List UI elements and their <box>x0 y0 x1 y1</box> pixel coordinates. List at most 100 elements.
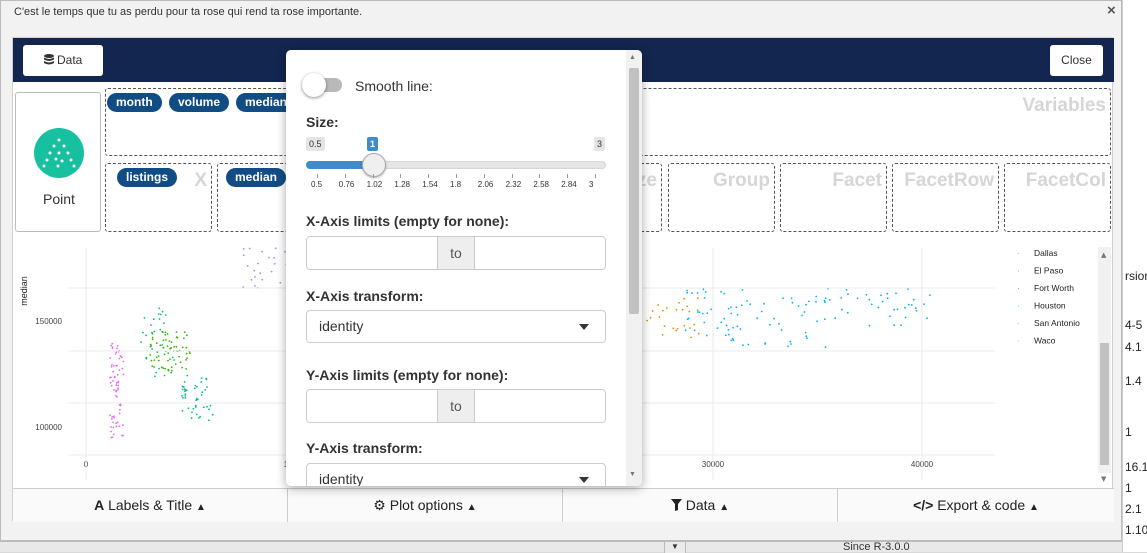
data-point <box>198 417 200 419</box>
size-slider-handle[interactable] <box>362 153 386 177</box>
xlim-max-input[interactable] <box>475 237 605 269</box>
data-point <box>164 314 167 316</box>
data-point <box>117 381 120 384</box>
scroll-down-icon[interactable]: ▼ <box>629 471 636 478</box>
dialog-close-icon[interactable]: × <box>1107 2 1116 19</box>
data-point <box>274 247 277 250</box>
data-point <box>181 410 184 412</box>
data-point <box>904 316 907 319</box>
slider-grid-tick <box>595 174 596 178</box>
ylim-min-input[interactable] <box>307 390 437 422</box>
popover-scrollbar[interactable]: ▲ ▼ <box>626 50 642 486</box>
scroll-up-icon[interactable]: ▲ <box>629 54 636 61</box>
ytrans-select[interactable]: identity <box>306 463 606 486</box>
data-point <box>117 384 120 387</box>
legend-label: Waco <box>1034 336 1056 346</box>
legend-point: · <box>1017 284 1020 293</box>
ylim-max-input[interactable] <box>475 390 605 422</box>
group-dropzone[interactable]: Group <box>668 163 775 232</box>
tab-label: Plot options <box>389 497 463 513</box>
plot-scrollbar-thumb[interactable] <box>1100 343 1109 465</box>
data-point <box>725 324 728 327</box>
caret-down-icon <box>579 477 589 483</box>
data-point <box>254 276 256 278</box>
data-point <box>840 297 843 299</box>
plot-options-popover: Smooth line: Size: 0.5 1 3 0.5 0.76 1.02 1.… <box>286 50 642 486</box>
data-point <box>815 300 817 303</box>
data-point <box>195 413 198 416</box>
ylim-range: to <box>306 389 606 423</box>
slider-grid-label: 2.32 <box>505 180 522 189</box>
y-pill-median[interactable]: median <box>226 168 287 187</box>
xtrans-select[interactable]: identity <box>306 310 606 343</box>
data-point <box>157 355 160 357</box>
data-point <box>199 415 202 418</box>
data-point <box>706 312 709 314</box>
data-point <box>736 325 739 328</box>
data-point <box>153 330 156 333</box>
data-point <box>173 345 176 348</box>
data-point <box>161 310 164 313</box>
scroll-down-icon[interactable]: ▼ <box>1101 475 1107 483</box>
data-point <box>886 292 889 295</box>
xtrans-value: identity <box>319 318 364 334</box>
facetrow-dropzone[interactable]: FacetRow <box>892 163 999 232</box>
data-point <box>727 333 730 336</box>
x-title: X <box>194 170 207 191</box>
tab-data[interactable]: Data ▲ <box>563 489 838 522</box>
data-button[interactable]: Data <box>23 45 103 76</box>
data-point <box>749 303 752 306</box>
legend-label: El Paso <box>1034 266 1064 276</box>
data-point <box>111 363 113 366</box>
data-point <box>720 321 723 324</box>
data-point <box>162 346 165 349</box>
data-point <box>158 318 161 320</box>
data-point <box>658 316 661 318</box>
data-point <box>196 385 198 388</box>
xtrans-label: X-Axis transform: <box>306 288 424 304</box>
data-point <box>170 347 173 349</box>
variable-pill-volume[interactable]: volume <box>169 93 230 112</box>
background-cell: 1.10 <box>1125 523 1147 537</box>
x-dropzone[interactable]: X listings <box>105 163 212 232</box>
smooth-line-toggle[interactable] <box>302 73 346 97</box>
data-point <box>183 337 185 339</box>
data-point <box>184 393 187 395</box>
y-axis-label: median <box>19 276 29 306</box>
data-point <box>696 292 699 294</box>
variable-pill-month[interactable]: month <box>107 93 162 112</box>
data-point <box>824 297 827 300</box>
tab-plot-options[interactable]: ⚙ Plot options ▲ <box>288 489 563 522</box>
data-point <box>205 377 208 380</box>
data-point <box>808 300 810 303</box>
dropdown-arrow-icon[interactable]: ▼ <box>664 542 686 553</box>
data-point <box>155 371 158 374</box>
slider-grid-label: 2.06 <box>477 180 494 189</box>
data-point <box>111 342 114 345</box>
tab-labels-title[interactable]: A Labels & Title ▲ <box>13 489 288 522</box>
xlim-label: X-Axis limits (empty for none): <box>306 213 510 229</box>
tab-label: Labels & Title <box>108 497 193 513</box>
caret-up-icon: ▲ <box>466 502 477 513</box>
data-point <box>806 337 808 339</box>
data-point <box>150 344 153 347</box>
dialog-title: C'est le temps que tu as perdu pour ta r… <box>14 6 363 18</box>
xlim-min-input[interactable] <box>307 237 437 269</box>
data-point <box>186 374 189 377</box>
data-point <box>865 294 868 296</box>
data-point <box>201 391 204 394</box>
slider-grid-tick <box>539 174 541 178</box>
x-pill-listings[interactable]: listings <box>117 168 178 187</box>
geom-selector[interactable]: Point <box>15 92 101 232</box>
popover-scrollbar-thumb[interactable] <box>629 68 639 314</box>
close-button[interactable]: Close <box>1050 45 1103 76</box>
facet-dropzone[interactable]: Facet <box>780 163 887 232</box>
tab-export-code[interactable]: </> Export & code ▲ <box>838 489 1114 522</box>
data-point <box>151 365 154 368</box>
data-point <box>154 375 156 378</box>
scroll-up-icon[interactable]: ▲ <box>1101 251 1107 259</box>
data-point <box>211 413 214 416</box>
data-point <box>797 305 800 307</box>
facetcol-dropzone[interactable]: FacetCol <box>1004 163 1111 232</box>
data-point <box>895 292 897 295</box>
